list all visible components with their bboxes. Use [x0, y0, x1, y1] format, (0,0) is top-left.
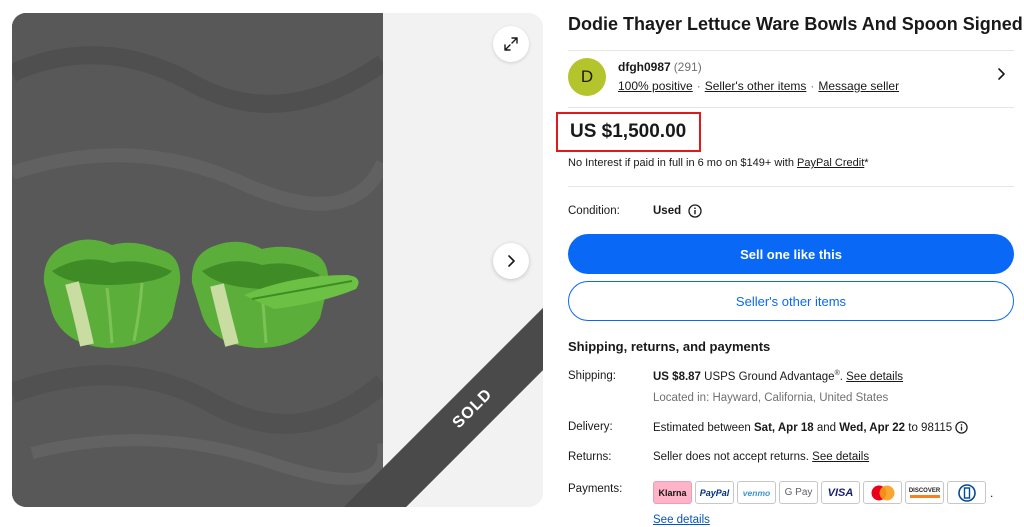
chevron-right-icon	[508, 255, 515, 267]
shipping-service: USPS Ground Advantage	[700, 370, 835, 383]
info-icon[interactable]	[688, 204, 702, 218]
credit-text: No Interest if paid in full in 6 mo on $…	[568, 157, 797, 169]
paypal-icon: PayPal	[695, 481, 734, 504]
discover-stripe	[909, 494, 940, 498]
sold-band: SOLD	[344, 307, 543, 507]
sold-label: SOLD	[449, 385, 496, 432]
expand-icon	[504, 37, 518, 51]
listing-title: Dodie Thayer Lettuce Ware Bowls And Spoo…	[568, 14, 1023, 34]
payment-methods: Klarna PayPal venmo G Pay VISA DISCOVER …	[653, 481, 993, 504]
discover-icon: DISCOVER	[905, 481, 944, 504]
payments-trailing-dot: .	[990, 485, 994, 500]
shipping-label: Shipping:	[568, 370, 616, 382]
seller-feedback-count: (291)	[673, 60, 702, 74]
seller-name[interactable]: dfgh0987	[618, 60, 671, 74]
condition-value: Used	[653, 205, 682, 217]
delivery-prefix: Estimated between	[653, 422, 755, 434]
payments-label: Payments:	[568, 483, 623, 495]
returns-text: Seller does not accept returns.	[653, 451, 813, 463]
lettuce-bowls-illustration	[12, 13, 383, 507]
paypal-credit-note: No Interest if paid in full in 6 mo on $…	[568, 157, 869, 169]
diners-club-icon	[947, 481, 986, 504]
delivery-zip: to 98115	[905, 422, 953, 434]
shipping-section-heading: Shipping, returns, and payments	[568, 339, 771, 354]
next-image-button[interactable]	[493, 243, 529, 279]
mastercard-logo	[871, 485, 894, 500]
delivery-and: and	[813, 422, 840, 434]
delivery-end: Wed, Apr 22	[839, 422, 906, 434]
klarna-icon: Klarna	[653, 481, 692, 504]
visa-icon: VISA	[821, 481, 860, 504]
venmo-icon: venmo	[737, 481, 776, 504]
seller-other-items-button[interactable]: Seller's other items	[568, 281, 1014, 321]
price: US $1,500.00	[570, 121, 687, 142]
product-photo[interactable]	[12, 13, 383, 507]
sell-one-like-this-button[interactable]: Sell one like this	[568, 234, 1014, 274]
delivery-value: Estimated between Sat, Apr 18 and Wed, A…	[653, 421, 968, 434]
shipping-see-details-link[interactable]: See details	[846, 371, 903, 383]
returns-see-details-link[interactable]: See details	[812, 451, 869, 463]
seller-name-line: dfgh0987 (291)	[618, 60, 702, 74]
image-gallery: SOLD	[12, 13, 543, 507]
separator-dot: ·	[810, 79, 815, 93]
chevron-right-icon[interactable]	[994, 67, 1008, 81]
google-pay-icon: G Pay	[779, 481, 818, 504]
payments-see-details-link[interactable]: See details	[653, 514, 710, 526]
paypal-credit-link[interactable]: PayPal Credit	[797, 157, 864, 169]
item-location: Located in: Hayward, California, United …	[653, 392, 889, 404]
message-seller-link[interactable]: Message seller	[818, 79, 899, 93]
seller-card[interactable]: D dfgh0987 (291) 100% positive · Seller's o…	[568, 50, 1014, 108]
diners-club-logo	[957, 483, 976, 502]
divider	[568, 186, 1014, 187]
delivery-start: Sat, Apr 18	[754, 422, 814, 434]
seller-other-items-link[interactable]: Seller's other items	[705, 79, 807, 93]
shipping-cost: US $8.87	[653, 370, 701, 383]
credit-asterisk: *	[864, 157, 869, 169]
mastercard-icon	[863, 481, 902, 504]
seller-links: 100% positive · Seller's other items · Messa…	[618, 79, 899, 93]
positive-feedback-link[interactable]: 100% positive	[618, 79, 693, 93]
expand-button[interactable]	[493, 26, 529, 62]
condition-label: Condition:	[568, 205, 620, 217]
shipping-value: US $8.87 USPS Ground Advantage®. See det…	[653, 370, 903, 383]
delivery-label: Delivery:	[568, 421, 613, 433]
price-highlight: US $1,500.00	[556, 112, 701, 152]
returns-label: Returns:	[568, 451, 612, 463]
separator-dot: ·	[696, 79, 701, 93]
sold-ribbon: SOLD	[343, 307, 543, 507]
returns-value: Seller does not accept returns. See deta…	[653, 451, 869, 463]
avatar[interactable]: D	[568, 58, 606, 96]
info-icon[interactable]	[955, 421, 968, 434]
